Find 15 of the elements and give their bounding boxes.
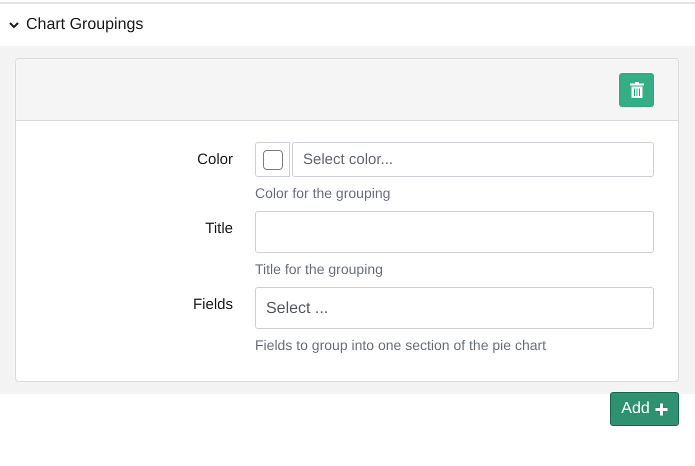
fields-select[interactable]: Select ...: [255, 287, 654, 329]
color-field[interactable]: Select color...: [292, 142, 654, 177]
help-text: Fields to group into one section of the pie chart: [255, 337, 548, 353]
delete-button[interactable]: [619, 72, 654, 106]
help-text: Color for the grouping: [255, 185, 392, 201]
field-label: Title: [204, 219, 233, 239]
field-label: Fields: [192, 295, 233, 315]
section-title[interactable]: Chart Groupings: [26, 16, 144, 34]
plus-icon: [654, 402, 668, 416]
title-field[interactable]: [255, 211, 654, 253]
field-label: Color: [196, 150, 233, 170]
help-text: Title for the grouping: [255, 261, 384, 277]
add-button[interactable]: Add: [610, 392, 679, 426]
trash-icon: [630, 82, 644, 98]
color-swatch[interactable]: [255, 142, 290, 177]
